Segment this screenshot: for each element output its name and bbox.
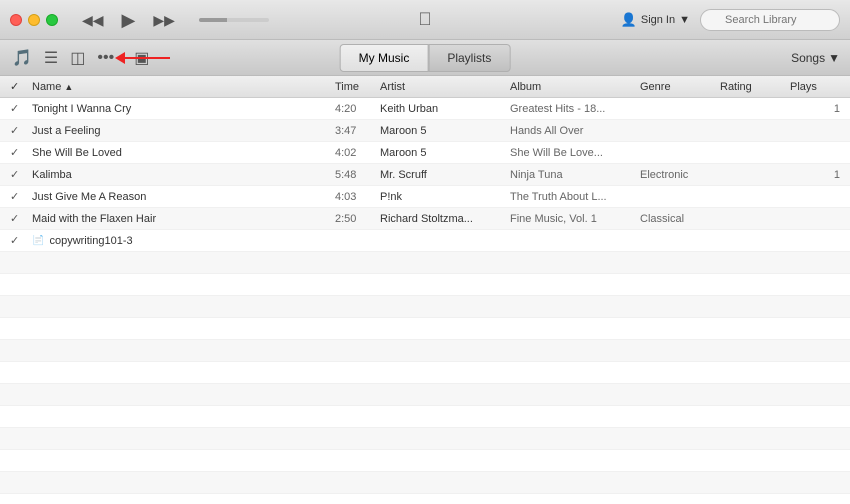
- row-time: 5:48: [335, 169, 380, 181]
- fast-forward-button[interactable]: ▶▶: [149, 11, 179, 29]
- empty-row: [0, 384, 850, 406]
- empty-row: [0, 274, 850, 296]
- playlist-doc-icon: 📄: [32, 235, 44, 246]
- row-check[interactable]: ✓: [10, 146, 32, 159]
- empty-row: [0, 296, 850, 318]
- volume-slider[interactable]: [199, 18, 269, 22]
- rewind-button[interactable]: ◀◀: [78, 11, 108, 29]
- tab-bar: My Music Playlists: [340, 44, 511, 72]
- table-row[interactable]: ✓ Just Give Me A Reason 4:03 P!nk The Tr…: [0, 186, 850, 208]
- music-table: ✓ Name ▲ Time Artist Album Genre Rating …: [0, 76, 850, 504]
- th-plays[interactable]: Plays: [790, 81, 840, 93]
- row-name: Maid with the Flaxen Hair: [32, 213, 335, 225]
- row-check[interactable]: ✓: [10, 168, 32, 181]
- maximize-button[interactable]: [46, 14, 58, 26]
- table-row[interactable]: ✓ Maid with the Flaxen Hair 2:50 Richard…: [0, 208, 850, 230]
- chevron-down-icon: ▼: [679, 14, 690, 26]
- row-time: 4:03: [335, 191, 380, 203]
- arrow-annotation: [115, 52, 170, 64]
- th-rating[interactable]: Rating: [720, 81, 790, 93]
- traffic-lights: [10, 14, 58, 26]
- songs-label: Songs: [791, 51, 825, 65]
- th-time[interactable]: Time: [335, 81, 380, 93]
- monitor-icon[interactable]: ◫: [68, 46, 87, 70]
- songs-menu[interactable]: Songs ▼: [791, 51, 840, 65]
- row-name: Just a Feeling: [32, 125, 335, 137]
- table-row[interactable]: ✓ Kalimba 5:48 Mr. Scruff Ninja Tuna Ele…: [0, 164, 850, 186]
- apple-logo: : [418, 9, 432, 30]
- table-row[interactable]: ✓ Just a Feeling 3:47 Maroon 5 Hands All…: [0, 120, 850, 142]
- close-button[interactable]: [10, 14, 22, 26]
- title-bar: ◀◀ ▶ ▶▶  👤 Sign In ▼ 🔍: [0, 0, 850, 40]
- row-artist: P!nk: [380, 191, 510, 203]
- tab-my-music[interactable]: My Music: [340, 44, 429, 72]
- row-plays: 1: [790, 169, 840, 181]
- toolbar: 🎵 ☰ ◫ ••• ▣ My Music Playlists Songs ▼: [0, 40, 850, 76]
- row-check[interactable]: ✓: [10, 212, 32, 225]
- row-name: 📄 copywriting101-3: [32, 235, 335, 247]
- empty-row: [0, 340, 850, 362]
- th-check[interactable]: ✓: [10, 80, 32, 93]
- row-genre: Electronic: [640, 169, 720, 181]
- sign-in-button[interactable]: 👤 Sign In ▼: [621, 12, 690, 28]
- empty-row: [0, 494, 850, 504]
- table-row[interactable]: ✓ Tonight I Wanna Cry 4:20 Keith Urban G…: [0, 98, 850, 120]
- row-album: Greatest Hits - 18...: [510, 103, 640, 115]
- row-name: She Will Be Loved: [32, 147, 335, 159]
- music-note-icon[interactable]: 🎵: [10, 46, 34, 70]
- th-name[interactable]: Name ▲: [32, 81, 335, 93]
- arrow-line: [125, 57, 170, 59]
- sort-arrow-icon: ▲: [64, 82, 73, 92]
- play-button[interactable]: ▶: [118, 9, 140, 31]
- row-plays: 1: [790, 103, 840, 115]
- user-icon: 👤: [621, 12, 637, 28]
- row-check[interactable]: ✓: [10, 124, 32, 137]
- more-icon[interactable]: •••: [95, 47, 116, 69]
- row-time: 3:47: [335, 125, 380, 137]
- empty-row: [0, 450, 850, 472]
- tab-playlists[interactable]: Playlists: [428, 44, 510, 72]
- row-check[interactable]: ✓: [10, 234, 32, 247]
- table-header: ✓ Name ▲ Time Artist Album Genre Rating …: [0, 76, 850, 98]
- row-check[interactable]: ✓: [10, 102, 32, 115]
- sign-in-label[interactable]: Sign In: [641, 14, 675, 26]
- row-artist: Maroon 5: [380, 125, 510, 137]
- table-row[interactable]: ✓ 📄 copywriting101-3: [0, 230, 850, 252]
- arrow-head: [115, 52, 125, 64]
- search-input[interactable]: [700, 9, 840, 31]
- row-time: 4:02: [335, 147, 380, 159]
- row-album: She Will Be Love...: [510, 147, 640, 159]
- row-album: Fine Music, Vol. 1: [510, 213, 640, 225]
- row-artist: Maroon 5: [380, 147, 510, 159]
- table-row[interactable]: ✓ She Will Be Loved 4:02 Maroon 5 She Wi…: [0, 142, 850, 164]
- playback-controls: ◀◀ ▶ ▶▶: [78, 9, 269, 31]
- row-genre: Classical: [640, 213, 720, 225]
- row-album: Hands All Over: [510, 125, 640, 137]
- row-name: Kalimba: [32, 169, 335, 181]
- empty-row: [0, 252, 850, 274]
- songs-chevron-icon: ▼: [828, 51, 840, 65]
- row-name: Tonight I Wanna Cry: [32, 103, 335, 115]
- minimize-button[interactable]: [28, 14, 40, 26]
- empty-row: [0, 472, 850, 494]
- empty-row: [0, 362, 850, 384]
- row-album: The Truth About L...: [510, 191, 640, 203]
- table-body: ✓ Tonight I Wanna Cry 4:20 Keith Urban G…: [0, 98, 850, 504]
- row-check[interactable]: ✓: [10, 190, 32, 203]
- row-album: Ninja Tuna: [510, 169, 640, 181]
- row-time: 2:50: [335, 213, 380, 225]
- empty-row: [0, 428, 850, 450]
- th-genre[interactable]: Genre: [640, 81, 720, 93]
- list-view-icon[interactable]: ☰: [42, 46, 60, 70]
- row-name: Just Give Me A Reason: [32, 191, 335, 203]
- row-time: 4:20: [335, 103, 380, 115]
- empty-row: [0, 406, 850, 428]
- empty-row: [0, 318, 850, 340]
- th-album[interactable]: Album: [510, 81, 640, 93]
- th-artist[interactable]: Artist: [380, 81, 510, 93]
- row-artist: Richard Stoltzma...: [380, 213, 510, 225]
- row-artist: Mr. Scruff: [380, 169, 510, 181]
- row-artist: Keith Urban: [380, 103, 510, 115]
